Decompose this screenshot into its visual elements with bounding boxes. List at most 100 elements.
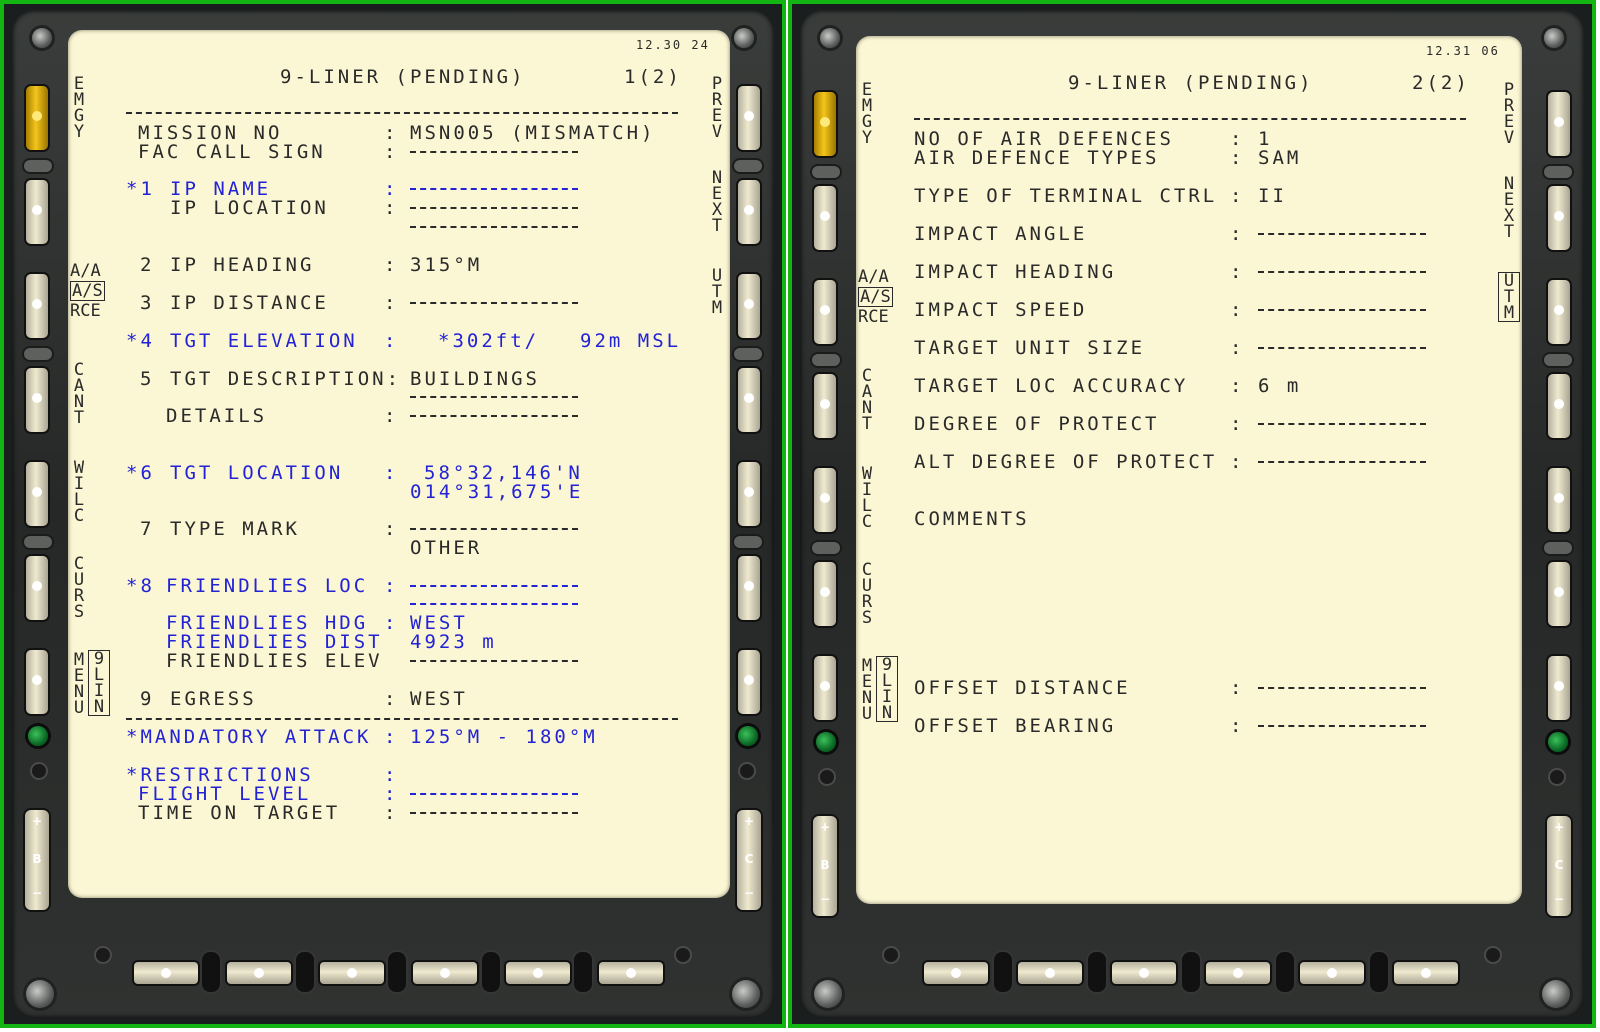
softkey-l5-button[interactable] xyxy=(26,462,48,526)
tgt-elevation-value-ft[interactable]: *302ft/ xyxy=(438,332,539,351)
impact-speed-value-empty[interactable] xyxy=(1258,309,1426,311)
bottom-key-6-button[interactable] xyxy=(1394,962,1458,984)
fac-value-empty[interactable] xyxy=(410,151,578,153)
softkey-r7-button[interactable] xyxy=(738,650,760,714)
bottom-key-6-button[interactable] xyxy=(599,962,663,984)
bottom-key-1-button[interactable] xyxy=(134,962,198,984)
tgt-description-value-empty[interactable] xyxy=(410,396,578,398)
offset-bearing-value-empty[interactable] xyxy=(1258,725,1426,727)
rocker-switch[interactable] xyxy=(24,536,52,548)
air-defence-types-value[interactable]: SAM xyxy=(1258,149,1301,168)
rocker-c[interactable]: + C − xyxy=(1547,816,1571,916)
rocker-plus-icon[interactable]: + xyxy=(737,814,761,828)
tgt-elevation-value-m[interactable]: 92m MSL xyxy=(580,332,681,351)
bottom-key-5-button[interactable] xyxy=(1300,962,1364,984)
target-unit-size-value-empty[interactable] xyxy=(1258,347,1426,349)
softkey-r7-button[interactable] xyxy=(1548,656,1570,720)
rocker-minus-icon[interactable]: − xyxy=(1547,892,1571,906)
rocker-switch[interactable] xyxy=(1544,166,1572,178)
rocker-switch[interactable] xyxy=(296,952,314,992)
rocker-minus-icon[interactable]: − xyxy=(813,892,837,906)
brightness-knob[interactable] xyxy=(32,764,46,778)
rocker-switch[interactable] xyxy=(388,952,406,992)
friendlies-loc-value-empty[interactable] xyxy=(410,585,578,587)
time-on-target-value-empty[interactable] xyxy=(410,812,578,814)
rocker-switch[interactable] xyxy=(812,354,840,366)
bottom-key-3-button[interactable] xyxy=(1112,962,1176,984)
bottom-key-2-button[interactable] xyxy=(1018,962,1082,984)
details-value-empty[interactable] xyxy=(410,415,578,417)
softkey-l2-button[interactable] xyxy=(26,180,48,244)
friendlies-dist-value[interactable]: 4923 m xyxy=(410,633,497,652)
softkey-r6-button[interactable] xyxy=(1548,562,1570,626)
rocker-switch[interactable] xyxy=(1544,354,1572,366)
softkey-r5-button[interactable] xyxy=(1548,468,1570,532)
egress-value[interactable]: WEST xyxy=(410,690,468,709)
rocker-switch[interactable] xyxy=(812,166,840,178)
knob-icon[interactable] xyxy=(96,948,110,962)
rocker-switch[interactable] xyxy=(24,160,52,172)
knob-icon[interactable] xyxy=(884,948,898,962)
target-loc-accuracy-value[interactable]: 6 m xyxy=(1258,377,1301,396)
rocker-plus-icon[interactable]: + xyxy=(25,814,49,828)
softkey-l2-button[interactable] xyxy=(814,186,836,250)
ip-location-value-empty[interactable] xyxy=(410,226,578,228)
degree-of-protect-value-empty[interactable] xyxy=(1258,423,1426,425)
rocker-b[interactable]: + B − xyxy=(25,810,49,910)
rocker-plus-icon[interactable]: + xyxy=(813,820,837,834)
rocker-switch[interactable] xyxy=(734,160,762,172)
mandatory-attack-value[interactable]: 125°M - 180°M xyxy=(410,728,598,747)
bottom-key-4-button[interactable] xyxy=(1206,962,1270,984)
mission-value[interactable]: MSN005 (MISMATCH) xyxy=(410,124,655,143)
impact-heading-value-empty[interactable] xyxy=(1258,271,1426,273)
softkey-l7-button[interactable] xyxy=(26,650,48,714)
friendlies-loc-value-empty[interactable] xyxy=(410,603,578,605)
impact-angle-value-empty[interactable] xyxy=(1258,233,1426,235)
friendlies-elev-value-empty[interactable] xyxy=(410,660,578,662)
rocker-c[interactable]: + C − xyxy=(737,810,761,910)
softkey-l5-button[interactable] xyxy=(814,468,836,532)
rocker-switch[interactable] xyxy=(812,542,840,554)
bottom-key-2-button[interactable] xyxy=(227,962,291,984)
softkey-emgy-button[interactable] xyxy=(26,86,48,150)
rocker-switch[interactable] xyxy=(734,348,762,360)
bottom-key-4-button[interactable] xyxy=(413,962,477,984)
alt-degree-of-protect-value-empty[interactable] xyxy=(1258,461,1426,463)
rocker-b[interactable]: + B − xyxy=(813,816,837,916)
rocker-switch[interactable] xyxy=(1276,952,1294,992)
bottom-key-1-button[interactable] xyxy=(924,962,988,984)
bottom-key-3-button[interactable] xyxy=(320,962,384,984)
softkey-l4-button[interactable] xyxy=(26,368,48,432)
rocker-switch[interactable] xyxy=(202,952,220,992)
tgt-location-lon[interactable]: 014°31,675'E xyxy=(410,483,583,502)
softkey-prev-button[interactable] xyxy=(1548,92,1570,156)
knob-icon[interactable] xyxy=(1486,948,1500,962)
softkey-utm-button[interactable] xyxy=(738,274,760,338)
rocker-switch[interactable] xyxy=(1182,952,1200,992)
brightness-knob[interactable] xyxy=(1550,770,1564,784)
ip-distance-value-empty[interactable] xyxy=(410,302,578,304)
softkey-prev-button[interactable] xyxy=(738,86,760,150)
rocker-switch[interactable] xyxy=(482,952,500,992)
ip-location-value-empty[interactable] xyxy=(410,207,578,209)
softkey-r4-button[interactable] xyxy=(738,368,760,432)
softkey-l4-button[interactable] xyxy=(814,374,836,438)
rocker-switch[interactable] xyxy=(1370,952,1388,992)
rocker-plus-icon[interactable]: + xyxy=(1547,820,1571,834)
brightness-knob[interactable] xyxy=(820,770,834,784)
softkey-l3-button[interactable] xyxy=(814,280,836,344)
type-mark-value-empty[interactable] xyxy=(410,528,578,530)
softkey-utm-button[interactable] xyxy=(1548,280,1570,344)
ip-heading-value[interactable]: 315°M xyxy=(410,256,482,275)
softkey-emgy-button[interactable] xyxy=(814,92,836,156)
rocker-switch[interactable] xyxy=(1088,952,1106,992)
softkey-next-button[interactable] xyxy=(738,180,760,244)
softkey-r6-button[interactable] xyxy=(738,556,760,620)
rocker-minus-icon[interactable]: − xyxy=(25,886,49,900)
type-mark-value[interactable]: OTHER xyxy=(410,539,482,558)
knob-icon[interactable] xyxy=(676,948,690,962)
softkey-l3-button[interactable] xyxy=(26,274,48,338)
softkey-r5-button[interactable] xyxy=(738,462,760,526)
rocker-minus-icon[interactable]: − xyxy=(737,886,761,900)
ip-name-value-empty[interactable] xyxy=(410,188,578,190)
